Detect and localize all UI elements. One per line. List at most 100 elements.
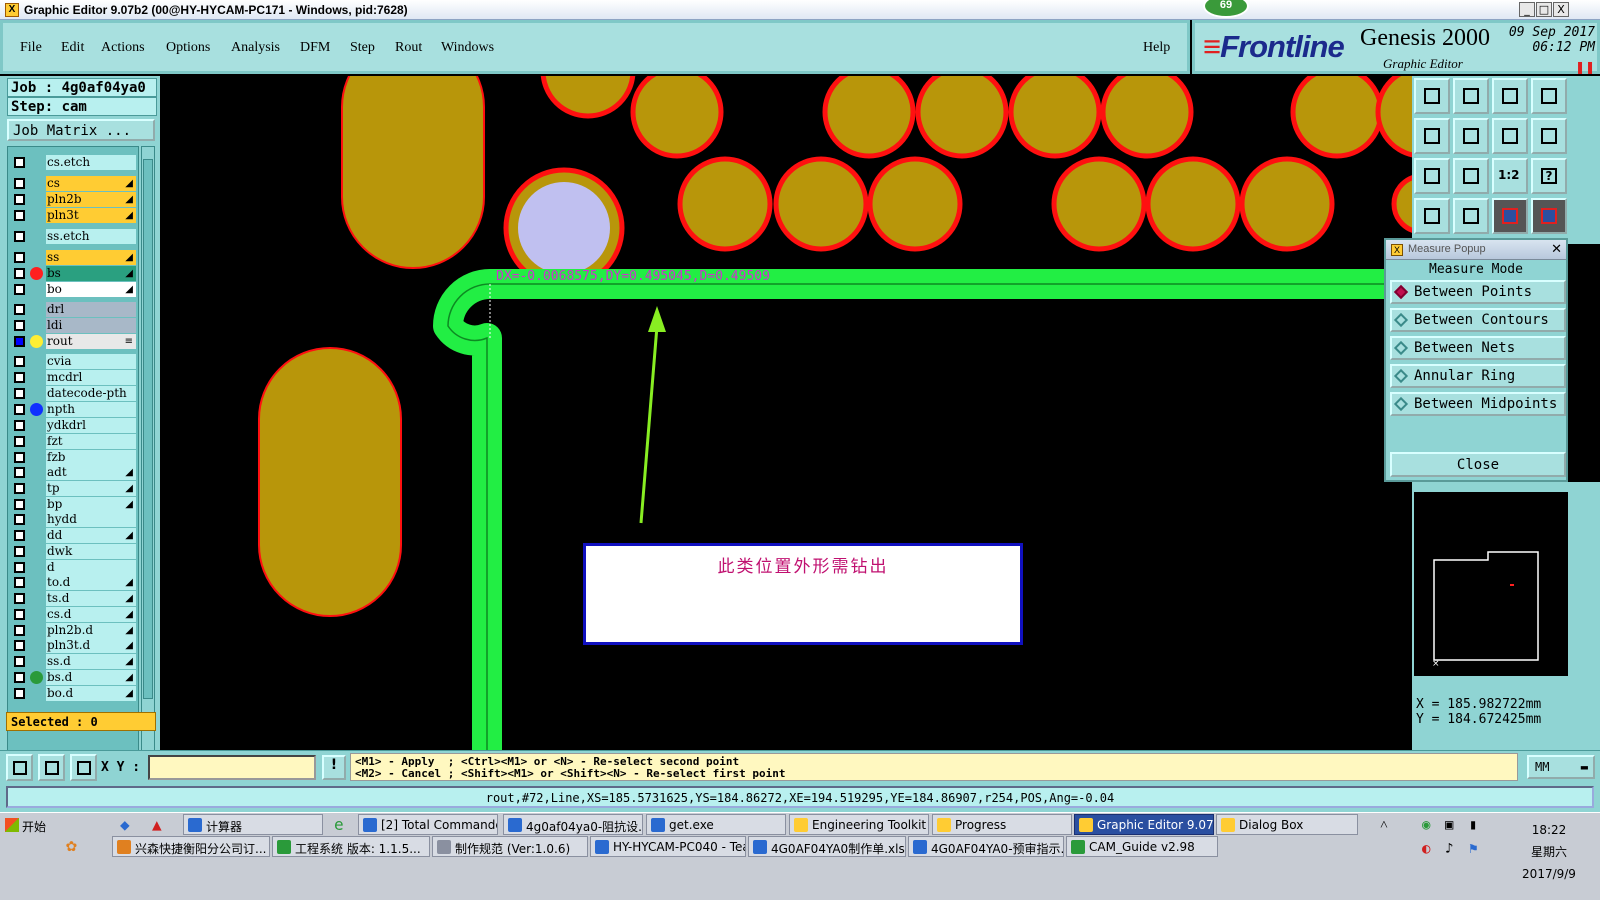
layer-row[interactable]: ts.d ◢ <box>8 591 138 606</box>
layer-checkbox[interactable] <box>14 157 25 168</box>
layer-row[interactable]: fzb <box>8 450 138 465</box>
layer-name[interactable]: d <box>46 560 136 575</box>
menu-windows[interactable]: Windows <box>441 40 494 56</box>
pan-right-button[interactable] <box>1453 118 1489 154</box>
help-button[interactable]: ? <box>1531 158 1567 194</box>
layer-checkbox[interactable] <box>14 593 25 604</box>
layer-name[interactable]: bo ◢ <box>46 282 136 297</box>
snap-mode-button[interactable] <box>6 754 33 781</box>
s-button[interactable] <box>1531 118 1567 154</box>
pcb-drawing[interactable] <box>160 76 1412 750</box>
layer-checkbox[interactable] <box>14 356 25 367</box>
taskbar-button[interactable]: 工程系统 版本: 1.1.5... <box>272 836 430 857</box>
layer-row[interactable]: mcdrl <box>8 370 138 385</box>
layer-b-button[interactable] <box>1531 198 1567 234</box>
tray-network-icon[interactable]: ▮ <box>1469 817 1477 833</box>
layer-name[interactable]: cvia <box>46 354 136 369</box>
layer-row[interactable]: to.d ◢ <box>8 575 138 590</box>
popup-close-icon[interactable]: ✕ <box>1551 242 1562 257</box>
tray-app-icon[interactable]: ◉ <box>1422 817 1430 833</box>
pdf-icon[interactable]: ▲ <box>152 815 162 834</box>
layer-name[interactable]: cs.d ◢ <box>46 607 136 622</box>
layer-name[interactable]: dwk <box>46 544 136 559</box>
tray-expand-icon[interactable]: ˄ <box>1380 817 1388 834</box>
layer-row[interactable]: cvia <box>8 354 138 369</box>
layer-checkbox[interactable] <box>14 546 25 557</box>
zoom-in-button[interactable] <box>1453 78 1489 114</box>
job-matrix-button[interactable]: Job Matrix ... <box>7 119 155 141</box>
tray-chrome-icon[interactable]: ◐ <box>1422 841 1430 857</box>
menu-dfm[interactable]: DFM <box>300 40 330 56</box>
layer-checkbox[interactable] <box>14 284 25 295</box>
layer-checkbox[interactable] <box>14 499 25 510</box>
grid-mode-button[interactable] <box>70 754 97 781</box>
layer-row[interactable]: datecode-pth <box>8 386 138 401</box>
layer-checkbox[interactable] <box>14 656 25 667</box>
layer-checkbox[interactable] <box>14 268 25 279</box>
layer-checkbox[interactable] <box>14 672 25 683</box>
layer-name[interactable]: tp ◢ <box>46 481 136 496</box>
option-annular-ring[interactable]: Annular Ring <box>1390 364 1566 388</box>
layer-checkbox[interactable] <box>14 609 25 620</box>
layer-row[interactable]: ldi <box>8 318 138 333</box>
taskbar-button[interactable]: 4G0AF04YA0-预审指示... <box>908 836 1064 857</box>
layer-row[interactable]: cs ◢ <box>8 176 138 191</box>
layer-name[interactable]: ss.d ◢ <box>46 654 136 669</box>
taskbar-button[interactable]: 制作规范 (Ver:1.0.6) <box>432 836 588 857</box>
layer-name[interactable]: dd ◢ <box>46 528 136 543</box>
layer-row[interactable]: ss ◢ <box>8 250 138 265</box>
minimize-button[interactable]: _ <box>1519 2 1535 17</box>
layer-name[interactable]: bs.d ◢ <box>46 670 136 685</box>
pin-button[interactable] <box>1453 198 1489 234</box>
layer-name[interactable]: rout ≡ <box>46 334 136 349</box>
layer-checkbox[interactable] <box>14 467 25 478</box>
tray-device-icon[interactable]: ▣ <box>1445 817 1453 833</box>
layer-name[interactable]: adt ◢ <box>46 465 136 480</box>
scrollbar-thumb[interactable] <box>143 159 153 699</box>
layer-a-button[interactable] <box>1492 198 1528 234</box>
zoom-home-button[interactable] <box>1414 78 1450 114</box>
layer-row[interactable]: bo ◢ <box>8 282 138 297</box>
layer-row[interactable]: dwk <box>8 544 138 559</box>
taskbar-button[interactable]: 4g0af04ya0-阻抗设... <box>503 814 643 835</box>
layer-checkbox[interactable] <box>14 210 25 221</box>
minimap[interactable]: × <box>1414 492 1568 676</box>
scale-1-2-button[interactable]: 1:2 <box>1492 158 1528 194</box>
rout-line[interactable] <box>433 269 1412 750</box>
layer-name[interactable]: to.d ◢ <box>46 575 136 590</box>
layer-checkbox[interactable] <box>14 252 25 263</box>
layer-row[interactable]: pln3t ◢ <box>8 208 138 223</box>
layer-row[interactable]: bs ◢ <box>8 266 138 281</box>
start-button[interactable]: 开始 <box>2 815 66 837</box>
taskbar-button[interactable]: CAM_Guide v2.98 <box>1066 836 1218 857</box>
menu-actions[interactable]: Actions <box>101 40 145 56</box>
layer-scrollbar[interactable] <box>141 146 155 786</box>
menu-help[interactable]: Help <box>1143 40 1170 56</box>
layer-name[interactable]: bp ◢ <box>46 497 136 512</box>
layer-checkbox[interactable] <box>14 178 25 189</box>
layer-checkbox[interactable] <box>14 304 25 315</box>
apps-icon[interactable]: ✿ <box>66 835 77 856</box>
layer-name[interactable]: pln2b ◢ <box>46 192 136 207</box>
layer-checkbox[interactable] <box>14 372 25 383</box>
layer-checkbox[interactable] <box>14 194 25 205</box>
layer-name[interactable]: mcdrl <box>46 370 136 385</box>
layer-name[interactable]: drl <box>46 302 136 317</box>
volume-icon[interactable]: ♪ <box>1445 841 1453 857</box>
layer-row[interactable]: drl <box>8 302 138 317</box>
taskbar-button[interactable]: 计算器 <box>183 814 323 835</box>
layer-checkbox[interactable] <box>14 530 25 541</box>
option-between-midpoints[interactable]: Between Midpoints <box>1390 392 1566 416</box>
pan-left-button[interactable] <box>1414 118 1450 154</box>
taskbar-button[interactable]: Graphic Editor 9.07... <box>1074 814 1214 835</box>
angle-mode-button[interactable] <box>38 754 65 781</box>
layer-name[interactable]: ts.d ◢ <box>46 591 136 606</box>
layer-row[interactable]: cs.etch <box>8 155 138 170</box>
layer-checkbox[interactable] <box>14 640 25 651</box>
taskbar-button[interactable]: [2] Total Commander ... <box>358 814 498 835</box>
layer-row[interactable]: bo.d ◢ <box>8 686 138 701</box>
close-button[interactable]: X <box>1553 2 1569 17</box>
layer-checkbox[interactable] <box>14 625 25 636</box>
layer-row[interactable]: ydkdrl <box>8 418 138 433</box>
fit-button[interactable] <box>1492 118 1528 154</box>
